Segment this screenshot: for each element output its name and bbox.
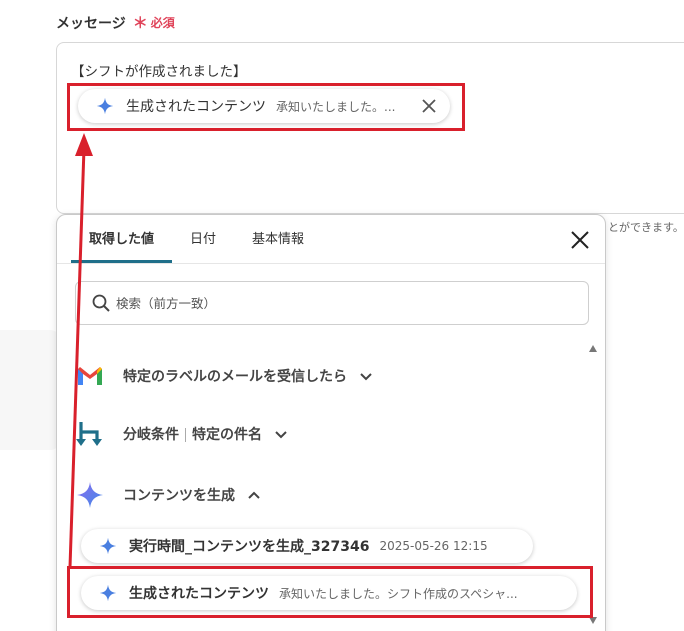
chip-name: 生成されたコンテンツ xyxy=(126,99,266,115)
sparkle-icon xyxy=(77,482,103,508)
close-icon[interactable] xyxy=(571,231,589,249)
sparkle-icon xyxy=(99,537,117,555)
close-icon[interactable] xyxy=(422,99,436,113)
helper-text: とができます。 xyxy=(608,221,684,234)
section-label-part-b: 特定の件名 xyxy=(192,427,262,443)
section-branch[interactable]: 分岐条件 特定の件名 xyxy=(75,419,288,449)
section-gmail-trigger[interactable]: 特定のラベルのメールを受信したら xyxy=(75,361,373,391)
value-item-generated-content[interactable]: 生成されたコンテンツ 承知いたしました。シフト作成のスペシャ... xyxy=(81,576,577,610)
sparkle-icon xyxy=(96,97,114,115)
tab-bar: 取得した値 日付 基本情報 xyxy=(71,215,322,263)
message-input[interactable]: 【シフトが作成されました】 xyxy=(56,42,684,214)
required-mark: ＊ xyxy=(132,14,148,32)
message-field-label: メッセージ ＊ 必須 xyxy=(56,12,175,33)
section-label-part-a: 分岐条件 xyxy=(123,427,179,443)
item-preview: 2025-05-26 12:15 xyxy=(379,539,488,553)
message-text: 【シフトが作成されました】 xyxy=(71,64,247,80)
chevron-down-icon xyxy=(275,431,287,439)
tab-basic-info[interactable]: 基本情報 xyxy=(234,215,322,263)
chip-preview: 承知いたしました。... xyxy=(276,99,396,114)
scroll-down-arrow[interactable] xyxy=(589,617,597,624)
chevron-up-icon xyxy=(248,491,260,499)
field-label-text: メッセージ xyxy=(56,15,126,32)
tab-acquired-values[interactable]: 取得した値 xyxy=(71,215,173,263)
value-item-execution-time[interactable]: 実行時間_コンテンツを生成_327346 2025-05-26 12:15 xyxy=(81,529,533,563)
sparkle-icon xyxy=(99,584,117,602)
scroll-up-arrow[interactable] xyxy=(589,345,597,352)
gmail-icon xyxy=(78,367,102,385)
inserted-value-chip[interactable]: 生成されたコンテンツ 承知いたしました。... xyxy=(78,89,450,123)
background-panel xyxy=(0,330,60,450)
section-generate-content[interactable]: コンテンツを生成 xyxy=(75,480,261,510)
chevron-down-icon xyxy=(360,373,372,381)
section-label: 特定のラベルのメールを受信したら xyxy=(123,369,347,385)
section-label: コンテンツを生成 xyxy=(123,488,235,504)
section-label: 分岐条件 特定の件名 xyxy=(123,424,262,444)
value-picker-panel: 取得した値 日付 基本情報 特定のラベルのメールを受信したら xyxy=(56,214,606,631)
item-name: 生成されたコンテンツ xyxy=(129,586,269,602)
search-box xyxy=(75,281,589,325)
branch-icon xyxy=(76,422,102,446)
search-icon xyxy=(92,294,110,312)
required-text: 必須 xyxy=(150,16,175,30)
search-input[interactable] xyxy=(116,295,556,311)
tab-date[interactable]: 日付 xyxy=(172,215,234,263)
item-preview: 承知いたしました。シフト作成のスペシャ... xyxy=(279,586,518,601)
tabs-divider xyxy=(57,263,605,264)
item-name: 実行時間_コンテンツを生成_327346 xyxy=(129,539,370,555)
label-separator xyxy=(185,428,186,442)
